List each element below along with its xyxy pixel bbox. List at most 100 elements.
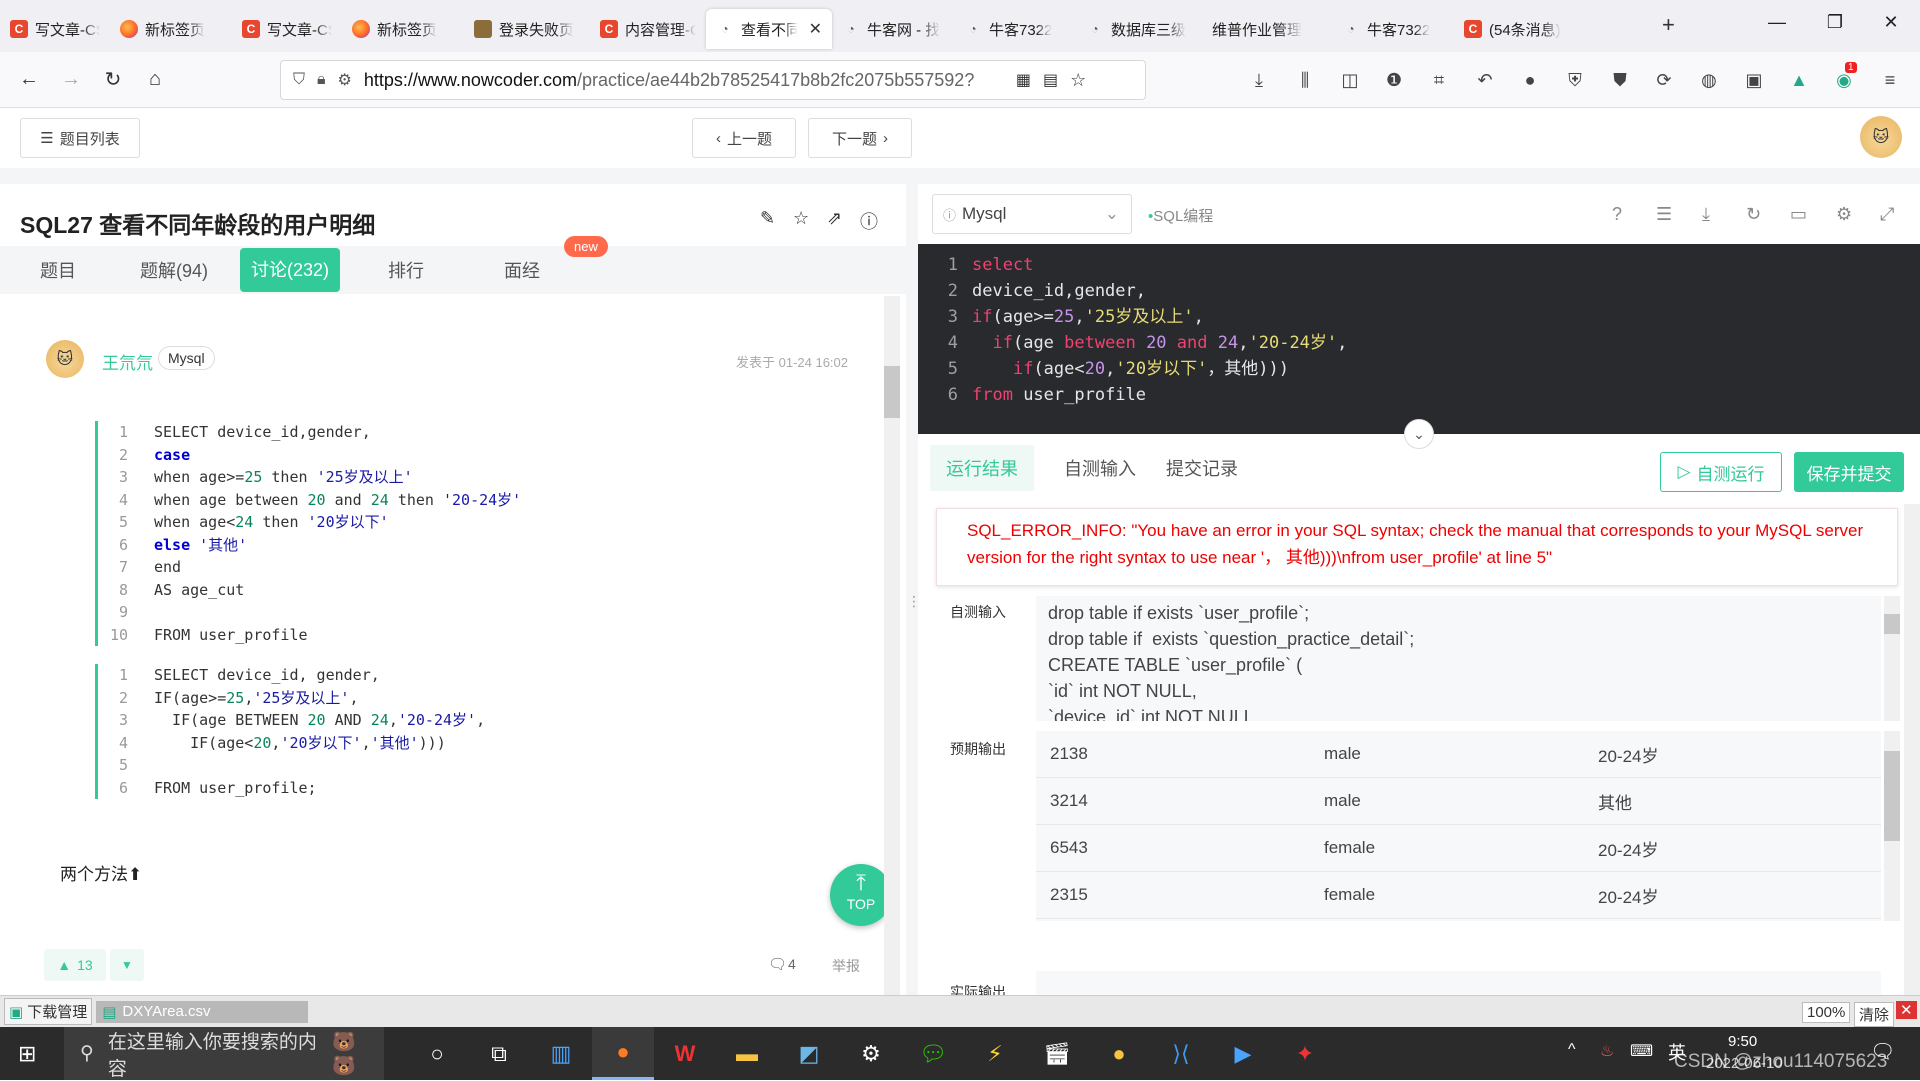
problem-tab[interactable]: 排行 xyxy=(348,257,464,283)
forward-icon[interactable]: → xyxy=(50,68,92,91)
settings-gear-icon[interactable]: ⚙ xyxy=(840,1027,902,1080)
help-icon[interactable]: ? xyxy=(1612,204,1622,225)
panel-resize-handle[interactable]: ⋮ xyxy=(907,593,921,610)
extension-sync-icon[interactable]: ⟳ xyxy=(1651,70,1677,91)
back-icon[interactable]: ← xyxy=(8,68,50,91)
result-tab[interactable]: 运行结果 xyxy=(930,445,1034,491)
result-tab[interactable]: 提交记录 xyxy=(1166,455,1238,481)
next-problem-button[interactable]: 下一题 › xyxy=(808,118,912,158)
edit-icon[interactable]: ✎ xyxy=(760,208,775,229)
author-avatar[interactable]: 🐱 xyxy=(46,340,84,378)
close-window-button[interactable]: ✕ xyxy=(1876,12,1906,33)
zoom-level[interactable]: 100% xyxy=(1802,1002,1851,1023)
list-view-icon[interactable]: ☰ xyxy=(1656,204,1672,225)
windows-start-icon[interactable]: ⊞ xyxy=(18,1041,36,1067)
clear-downloads-button[interactable]: 清除 xyxy=(1854,1002,1895,1027)
result-tab[interactable]: 自测输入 xyxy=(1064,455,1136,481)
cortana-icon[interactable]: ○ xyxy=(406,1027,468,1080)
wps-icon[interactable]: W xyxy=(654,1027,716,1080)
browser-tab[interactable]: 新标签页 xyxy=(342,9,464,49)
browser-tab[interactable]: C 写文章-CS xyxy=(0,9,110,49)
extension-mask-icon[interactable]: ▣ xyxy=(1741,70,1767,91)
lock-icon[interactable]: 🔒︎ xyxy=(317,71,326,89)
shield-icon[interactable]: ⛉ xyxy=(293,71,305,89)
problem-list-button[interactable]: ☰ 题目列表 xyxy=(20,118,140,158)
sidebar-icon[interactable]: ◫ xyxy=(1337,70,1363,91)
right-scrollbar[interactable] xyxy=(1904,504,1920,995)
library-icon[interactable]: ⫼ xyxy=(1292,70,1318,91)
code-editor[interactable]: 1 select 2 device_id,gender, 3 if(age>=25,'… xyxy=(918,244,1920,434)
report-link[interactable]: 举报 xyxy=(832,956,860,976)
undo-icon[interactable]: ↶ xyxy=(1472,70,1498,91)
share-icon[interactable]: ⇗ xyxy=(827,208,842,229)
extension-green-icon[interactable]: ▲ xyxy=(1786,70,1812,91)
comment-icon[interactable]: 🗨︎ xyxy=(768,955,787,973)
extension-shield2-icon[interactable]: ⛊ xyxy=(1607,70,1633,91)
comment-count[interactable]: 4 xyxy=(788,956,796,972)
crop-icon[interactable]: ⌗ xyxy=(1426,70,1452,91)
onepassword-icon[interactable]: ❶ xyxy=(1381,70,1407,91)
clock-time[interactable]: 9:50 xyxy=(1728,1033,1757,1050)
browser-tab[interactable]: 登录失败页 xyxy=(464,9,590,49)
notepad-icon[interactable]: ◩ xyxy=(778,1027,840,1080)
media-player-icon[interactable]: ▶ xyxy=(1212,1027,1274,1080)
app-explorer-blue-icon[interactable]: ▥ xyxy=(530,1027,592,1080)
download-manager-button[interactable]: ▣ 下载管理 xyxy=(4,998,93,1025)
file-explorer-icon[interactable]: ▬ xyxy=(716,1027,778,1080)
problem-tab[interactable]: 题解(94) xyxy=(116,257,232,283)
problem-tab[interactable]: 讨论(232) xyxy=(240,248,340,292)
left-scrollbar-thumb[interactable] xyxy=(884,366,900,418)
user-avatar[interactable]: 🐱 xyxy=(1860,116,1902,158)
qr-code-icon[interactable]: ▦ xyxy=(1016,70,1031,90)
browser-tab[interactable]: ◔ 查看不同 ✕ xyxy=(706,9,832,49)
keyboard-icon[interactable]: ⌨ xyxy=(1630,1041,1653,1061)
task-view-icon[interactable]: ⧉ xyxy=(468,1027,530,1080)
browser-tab[interactable]: C (54条消息) xyxy=(1454,9,1580,49)
browser-tab[interactable]: 维普作业管理 xyxy=(1202,9,1332,49)
browser-tab[interactable]: C 内容管理-C xyxy=(590,9,706,49)
problem-tab[interactable]: 面经 xyxy=(464,257,580,283)
dislike-button[interactable]: ▼ xyxy=(110,949,144,981)
reset-icon[interactable]: ↻ xyxy=(1746,204,1761,225)
maximize-button[interactable]: ❐ xyxy=(1820,12,1850,33)
minimize-button[interactable]: — xyxy=(1762,12,1792,33)
submit-button[interactable]: 保存并提交 xyxy=(1794,452,1904,492)
video-app-icon[interactable]: 🎬︎ xyxy=(1026,1027,1088,1080)
extension-color-icon[interactable]: ● xyxy=(1517,70,1543,91)
extension-shield-icon[interactable]: ⛨ xyxy=(1562,70,1588,91)
url-text[interactable]: https://www.nowcoder.com/practice/ae44b2… xyxy=(364,70,1004,91)
browser-tab[interactable]: ◔ 牛客7322 xyxy=(1332,9,1454,49)
globe-icon[interactable]: ◍ xyxy=(1696,70,1722,91)
prev-problem-button[interactable]: ‹ 上一题 xyxy=(692,118,796,158)
browser-tab[interactable]: C 写文章-CS xyxy=(232,9,342,49)
reload-icon[interactable]: ↻ xyxy=(92,67,134,92)
firefox-taskbar-icon[interactable]: ● xyxy=(592,1027,654,1080)
tray-app-icon[interactable]: ♨ xyxy=(1600,1041,1614,1061)
info-icon[interactable]: ⓘ xyxy=(860,208,878,234)
taskbar-search[interactable]: ⚲ 在这里输入你要搜索的内容 🐻🐻 xyxy=(64,1027,384,1080)
wechat-icon[interactable]: 💬︎ xyxy=(902,1027,964,1080)
back-to-top-button[interactable]: ⤒ TOP xyxy=(830,864,892,926)
input-scrollbar[interactable] xyxy=(1884,596,1900,721)
browser-tab[interactable]: ◔ 数据库三级 xyxy=(1076,9,1202,49)
output-scrollbar[interactable] xyxy=(1884,731,1900,921)
like-button[interactable]: ▲ 13 xyxy=(44,949,106,981)
spark-app-icon[interactable]: ✦ xyxy=(1274,1027,1336,1080)
author-name[interactable]: 王氘氘 xyxy=(102,349,153,374)
home-icon[interactable]: ⌂ xyxy=(134,68,176,91)
address-bar[interactable]: ⛉ 🔒︎ ⚙ https://www.nowcoder.com/practice… xyxy=(280,60,1146,100)
python-icon[interactable]: ⚡ xyxy=(964,1027,1026,1080)
permissions-icon[interactable]: ⚙ xyxy=(338,70,352,90)
problem-tab[interactable]: 题目 xyxy=(0,257,116,283)
bookmark-star-icon[interactable]: ☆ xyxy=(1070,70,1086,91)
language-select[interactable]: ⓘ Mysql ⌄ xyxy=(932,194,1132,234)
calendar-icon[interactable]: ▭ xyxy=(1790,204,1807,225)
star-icon[interactable]: ☆ xyxy=(793,208,809,229)
browser-tab[interactable]: ◔ 牛客7322 xyxy=(954,9,1076,49)
tray-chevron-icon[interactable]: ^ xyxy=(1568,1041,1576,1059)
download-icon[interactable]: ⤓ xyxy=(1246,70,1272,91)
vscode-icon[interactable]: ⟩⟨ xyxy=(1150,1027,1212,1080)
extension-badge-icon[interactable]: ◉ 1 xyxy=(1831,62,1857,91)
self-input-box[interactable]: drop table if exists `user_profile`; drop… xyxy=(1036,596,1881,721)
menu-icon[interactable]: ≡ xyxy=(1877,70,1903,91)
